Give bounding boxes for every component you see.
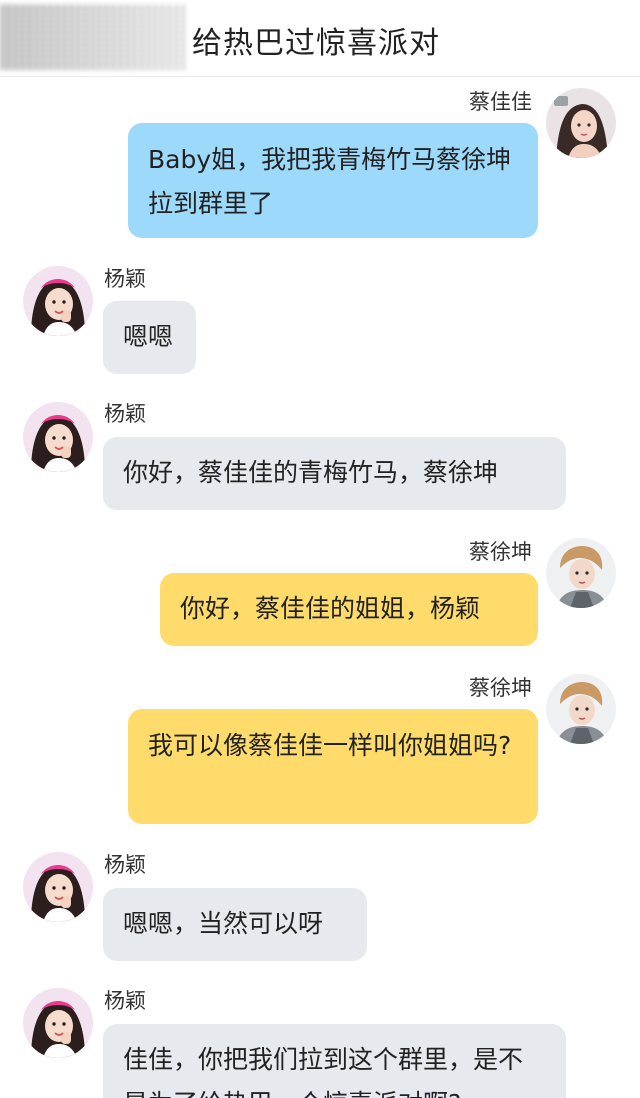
angelababy-avatar-icon[interactable] bbox=[23, 852, 93, 922]
chat-title: 给热巴过惊喜派对 bbox=[192, 26, 440, 61]
message-bubble[interactable]: 佳佳，你把我们拉到这个群里，是不是为了给热巴一个惊喜派对啊? bbox=[103, 1024, 566, 1098]
sender-name: 蔡徐坤 bbox=[469, 676, 532, 700]
boy-avatar-icon[interactable] bbox=[546, 674, 616, 744]
chat-header: 给热巴过惊喜派对 bbox=[0, 0, 640, 77]
sender-name: 杨颖 bbox=[104, 267, 146, 291]
sender-name: 蔡徐坤 bbox=[469, 540, 532, 564]
sender-name: 杨颖 bbox=[104, 989, 146, 1013]
message-bubble[interactable]: Baby姐，我把我青梅竹马蔡徐坤拉到群里了 bbox=[128, 123, 538, 238]
blurred-back-area[interactable] bbox=[0, 4, 186, 70]
chat-screen: 给热巴过惊喜派对 蔡佳佳 Baby姐，我把我青梅竹马蔡徐坤拉到群里了 杨颖 嗯嗯… bbox=[0, 0, 640, 1098]
message-bubble[interactable]: 嗯嗯，当然可以呀 bbox=[103, 888, 367, 961]
boy-avatar-icon[interactable] bbox=[546, 538, 616, 608]
sender-name: 杨颖 bbox=[104, 853, 146, 877]
message-bubble[interactable]: 你好，蔡佳佳的姐姐，杨颖 bbox=[160, 573, 538, 646]
angelababy-avatar-icon[interactable] bbox=[23, 402, 93, 472]
sender-name: 蔡佳佳 bbox=[469, 90, 532, 114]
angelababy-avatar-icon[interactable] bbox=[23, 266, 93, 336]
message-bubble[interactable]: 我可以像蔡佳佳一样叫你姐姐吗? bbox=[128, 709, 538, 824]
girl-avatar-icon[interactable] bbox=[546, 88, 616, 158]
angelababy-avatar-icon[interactable] bbox=[23, 988, 93, 1058]
message-bubble[interactable]: 你好，蔡佳佳的青梅竹马，蔡徐坤 bbox=[103, 437, 566, 510]
message-bubble[interactable]: 嗯嗯 bbox=[103, 301, 196, 374]
sender-name: 杨颖 bbox=[104, 402, 146, 426]
